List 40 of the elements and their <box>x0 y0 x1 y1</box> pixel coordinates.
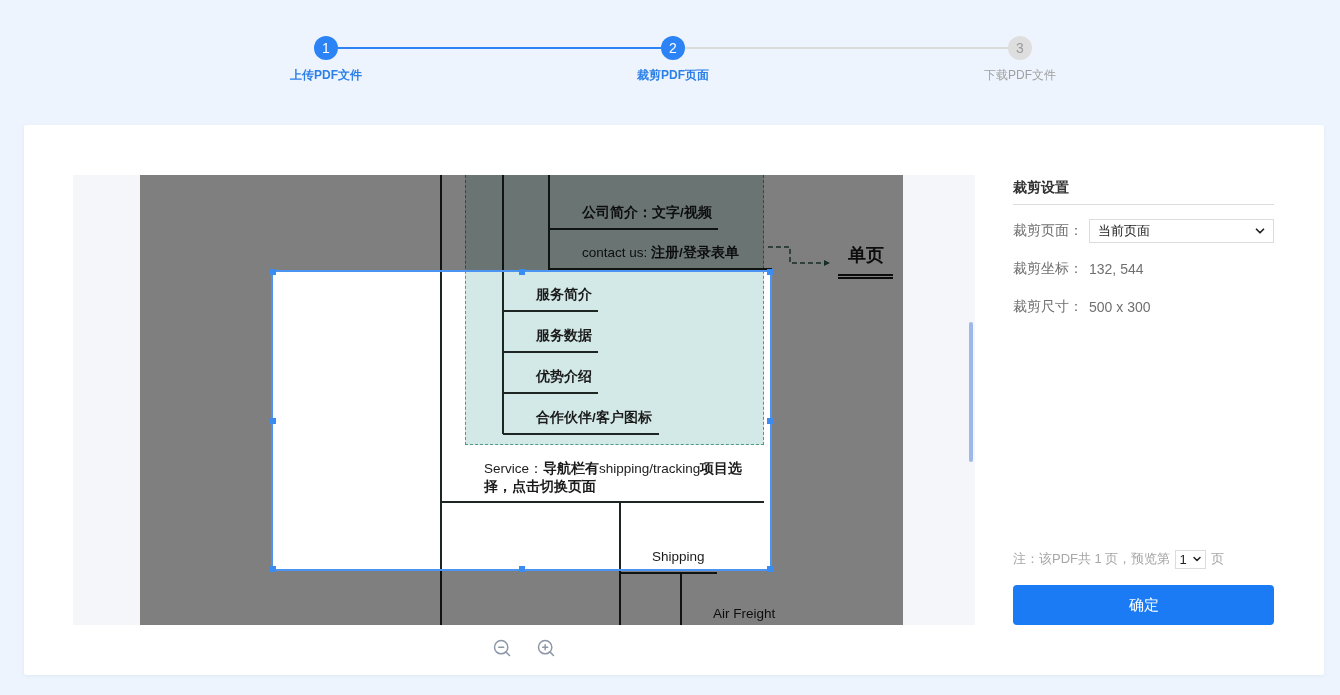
summary-label: 单页 <box>838 243 893 279</box>
topic-label: 优势介绍 <box>503 368 598 394</box>
zoom-in-icon <box>536 638 556 658</box>
resize-handle[interactable] <box>767 417 773 424</box>
zoom-out-icon <box>492 638 512 658</box>
field-value: 500 x 300 <box>1089 299 1151 315</box>
resize-handle[interactable] <box>518 566 525 572</box>
field-label: 裁剪坐标： <box>1013 260 1084 278</box>
resize-handle[interactable] <box>518 269 525 275</box>
resize-handle[interactable] <box>270 566 276 572</box>
page-select[interactable]: 当前页面 <box>1089 219 1274 243</box>
zoom-in-button[interactable] <box>536 638 556 658</box>
step-label: 下载PDF文件 <box>984 67 1056 83</box>
step-label: 上传PDF文件 <box>290 67 362 83</box>
preview-page-select[interactable]: 1 <box>1175 549 1207 569</box>
resize-handle[interactable] <box>767 269 773 275</box>
step-number: 1 <box>314 36 338 60</box>
branch-line <box>680 573 682 625</box>
resize-handle[interactable] <box>270 269 276 275</box>
topic-label: 服务简介 <box>503 286 598 312</box>
note-suffix: 页 <box>1211 550 1225 568</box>
field-label: 裁剪尺寸： <box>1013 298 1084 316</box>
crop-box[interactable] <box>271 270 772 571</box>
step-label: 裁剪PDF页面 <box>637 67 709 83</box>
note-text: 注：该PDF共 1 页，预览第 <box>1013 550 1171 568</box>
topic-label: Air Freight <box>713 605 776 623</box>
step-number: 3 <box>1008 36 1032 60</box>
topic-label: 合作伙伴/客户图标 <box>503 409 659 435</box>
scrollbar-thumb[interactable] <box>969 322 973 462</box>
settings-title: 裁剪设置 <box>1013 178 1069 197</box>
resize-handle[interactable] <box>767 566 773 572</box>
topic-label: 服务数据 <box>503 327 598 353</box>
field-label: 裁剪页面： <box>1013 222 1084 240</box>
zoom-out-button[interactable] <box>492 638 512 658</box>
topic-label: Service：导航栏有shipping/tracking项目选择，点击切换页面 <box>441 460 764 503</box>
step-number: 2 <box>661 36 685 60</box>
relationship-arrow <box>767 246 830 266</box>
resize-handle[interactable] <box>270 417 276 424</box>
field-value: 132, 544 <box>1089 261 1144 277</box>
confirm-button[interactable]: 确定 <box>1013 585 1274 625</box>
